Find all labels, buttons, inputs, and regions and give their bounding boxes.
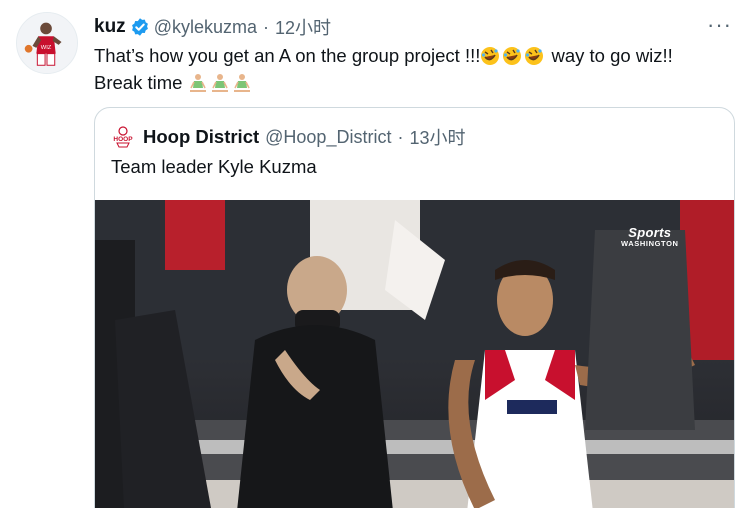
author-name[interactable]: kuz: [94, 16, 126, 38]
watermark-region: WASHINGTON: [621, 239, 679, 248]
quoted-author-handle[interactable]: @Hoop_District: [265, 127, 391, 148]
tweet-text-part1: That’s how you get an A on the group pro…: [94, 45, 481, 66]
quoted-tweet-text: Team leader Kyle Kuzma: [111, 156, 317, 177]
nbc-sports-watermark: Sports WASHINGTON: [621, 225, 679, 248]
person-meditating-emoji-icon: [210, 73, 230, 93]
tweet-text: That’s how you get an A on the group pro…: [94, 42, 734, 96]
rolling-laughing-emoji-icon: [480, 46, 500, 66]
svg-text:WIZ: WIZ: [41, 45, 52, 51]
hoop-district-logo[interactable]: HOOP: [111, 125, 135, 149]
separator-dot: ·: [263, 16, 269, 37]
watermark-brand: Sports: [628, 225, 672, 240]
tweet-header: kuz @kylekuzma · 12小时: [94, 14, 331, 40]
person-meditating-emoji-icon: [232, 73, 252, 93]
quoted-tweet-header: HOOP Hoop District @Hoop_District · 13小时: [111, 124, 465, 150]
author-avatar[interactable]: WIZ: [16, 12, 78, 74]
verified-badge-icon: [130, 17, 150, 37]
quoted-tweet-timestamp[interactable]: 13小时: [409, 124, 465, 150]
hoop-logo-text: HOOP: [113, 136, 133, 143]
tweet-text-part2: way to go wiz!!: [546, 45, 673, 66]
tweet-text-part3: Break time: [94, 72, 188, 93]
rolling-laughing-emoji-icon: [502, 46, 522, 66]
quoted-tweet-video[interactable]: Sports WASHINGTON: [95, 200, 734, 508]
tweet-timestamp[interactable]: 12小时: [275, 14, 331, 40]
more-options-icon[interactable]: ···: [707, 14, 732, 36]
separator-dot: ·: [397, 126, 404, 147]
quoted-tweet-card[interactable]: HOOP Hoop District @Hoop_District · 13小时…: [94, 107, 735, 508]
person-meditating-emoji-icon: [188, 73, 208, 93]
quoted-author-name[interactable]: Hoop District: [143, 126, 259, 148]
author-handle[interactable]: @kylekuzma: [154, 17, 257, 38]
rolling-laughing-emoji-icon: [524, 46, 544, 66]
